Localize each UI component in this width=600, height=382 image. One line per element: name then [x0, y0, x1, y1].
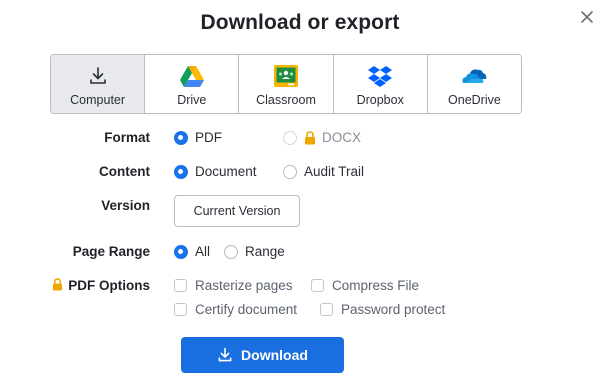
format-label: Format	[104, 130, 150, 145]
option-label: Audit Trail	[304, 164, 365, 179]
option-label: Document	[195, 164, 257, 179]
version-select-button[interactable]: Current Version	[174, 195, 300, 227]
destination-label: Computer	[70, 93, 126, 107]
checkbox-icon	[174, 279, 187, 292]
download-icon	[88, 64, 108, 88]
password-protect-checkbox[interactable]: Password protect	[320, 302, 445, 317]
destination-label: Classroom	[256, 93, 316, 107]
destination-label: Drive	[177, 93, 207, 107]
content-document-radio[interactable]: Document	[174, 164, 257, 179]
page-range-all-radio[interactable]: All	[174, 244, 210, 259]
page-range-range-radio[interactable]: Range	[224, 244, 285, 259]
rasterize-pages-checkbox[interactable]: Rasterize pages	[174, 278, 293, 293]
download-button[interactable]: Download	[181, 337, 344, 373]
pdf-options-label: PDF Options	[0, 278, 150, 293]
destination-label: OneDrive	[448, 93, 501, 107]
close-icon[interactable]	[578, 8, 596, 26]
destination-dropbox[interactable]: Dropbox	[333, 55, 428, 113]
content-label: Content	[99, 164, 150, 179]
option-label: Rasterize pages	[195, 278, 293, 293]
download-export-dialog: Download or export Computer Drive Classr…	[0, 0, 600, 382]
page-range-label: Page Range	[72, 244, 150, 259]
option-label: Certify document	[195, 302, 298, 317]
checkbox-icon	[311, 279, 324, 292]
destination-drive[interactable]: Drive	[145, 55, 240, 113]
option-label: Range	[245, 244, 285, 259]
radio-empty-icon	[283, 164, 297, 179]
radio-empty-icon	[283, 130, 297, 145]
checkbox-icon	[174, 303, 187, 316]
destination-classroom[interactable]: Classroom	[239, 55, 334, 113]
onedrive-icon	[461, 64, 487, 88]
download-icon	[218, 347, 232, 362]
radio-empty-icon	[224, 244, 238, 259]
radio-selected-icon	[174, 164, 188, 179]
google-classroom-icon	[274, 64, 298, 88]
radio-selected-icon	[174, 130, 188, 145]
option-label: All	[195, 244, 211, 259]
option-label: Compress File	[332, 278, 420, 293]
compress-file-checkbox[interactable]: Compress File	[311, 278, 419, 293]
google-drive-icon	[179, 64, 204, 88]
lock-icon	[305, 130, 315, 144]
destination-computer[interactable]: Computer	[51, 55, 146, 113]
destination-selector: Computer Drive Classroom Dropbox OneDriv…	[50, 54, 522, 114]
destination-onedrive[interactable]: OneDrive	[427, 55, 521, 113]
pdf-options-text: PDF Options	[68, 278, 150, 293]
destination-label: Dropbox	[356, 93, 404, 107]
format-docx-radio[interactable]: DOCX	[283, 130, 361, 145]
checkbox-icon	[320, 303, 333, 316]
option-label: PDF	[195, 130, 222, 145]
certify-document-checkbox[interactable]: Certify document	[174, 302, 297, 317]
format-pdf-radio[interactable]: PDF	[174, 130, 222, 145]
radio-selected-icon	[174, 244, 188, 259]
version-label: Version	[101, 198, 150, 213]
option-label: Password protect	[341, 302, 446, 317]
dialog-title: Download or export	[200, 11, 400, 34]
option-label: DOCX	[322, 130, 362, 145]
lock-icon	[53, 278, 63, 291]
download-button-label: Download	[241, 347, 308, 363]
content-audit-trail-radio[interactable]: Audit Trail	[283, 164, 364, 179]
dropbox-icon	[368, 64, 393, 88]
